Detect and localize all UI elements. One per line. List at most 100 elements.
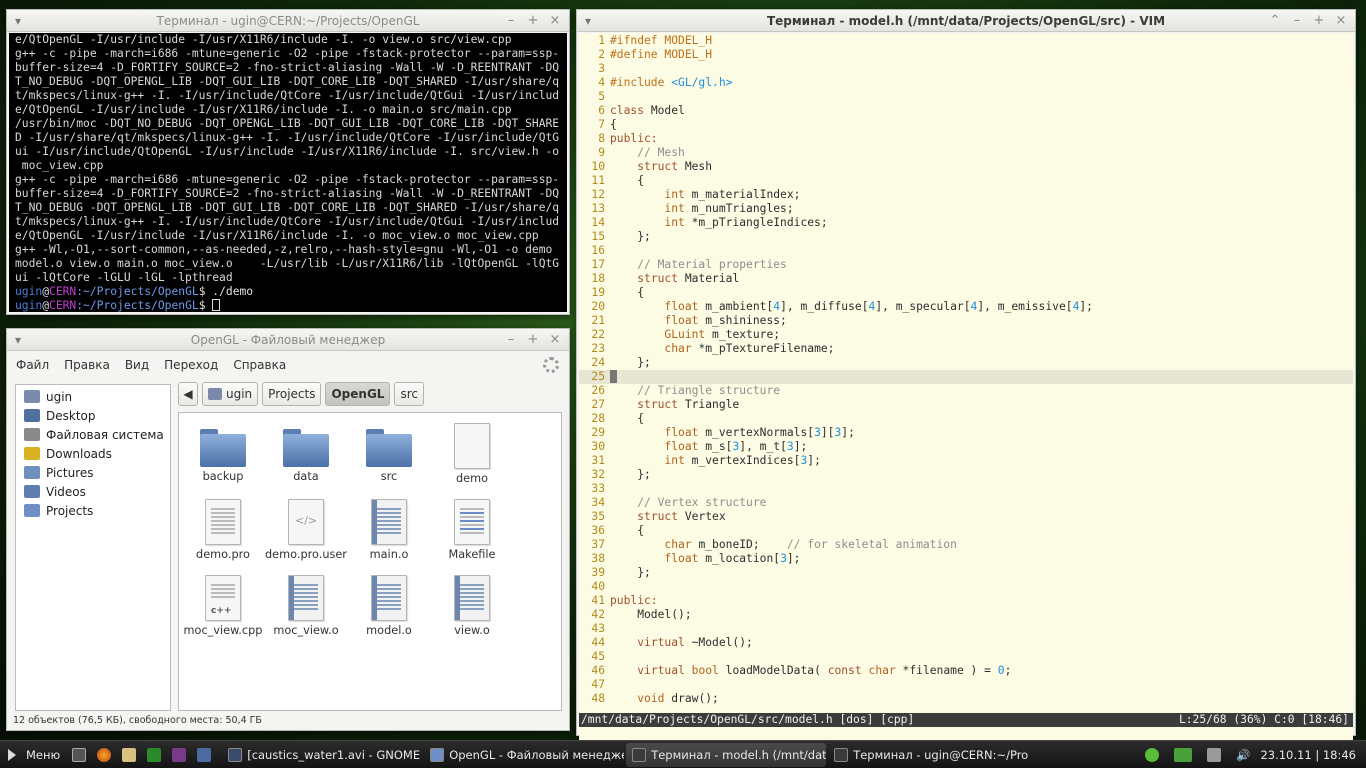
file-item[interactable]: demo xyxy=(430,423,514,485)
window-menu-icon[interactable]: ▾ xyxy=(585,10,591,32)
file-item[interactable]: moc_view.o xyxy=(264,575,348,637)
vim-launcher-icon[interactable] xyxy=(147,747,162,762)
code-token: { xyxy=(610,286,645,299)
code-text: public: xyxy=(610,132,658,146)
taskbar-button[interactable]: Терминал - ugin@CERN:~/Proje... xyxy=(828,743,1028,767)
minimize-icon[interactable]: – xyxy=(1289,10,1305,32)
window-menu-icon[interactable]: ▾ xyxy=(15,329,21,351)
menu-view[interactable]: Вид xyxy=(125,358,149,372)
file-grid[interactable]: backup data src demo demo.pro </> demo.pro.use… xyxy=(178,412,562,711)
terminal-titlebar[interactable]: ▾ Терминал - ugin@CERN:~/Projects/OpenGL… xyxy=(7,10,569,32)
code-token: ]; xyxy=(841,426,855,439)
prompt-at: @ xyxy=(42,299,50,312)
file-name: backup xyxy=(202,470,244,483)
prompt-command: ./demo xyxy=(205,285,254,298)
breadcrumb-opengl[interactable]: OpenGL xyxy=(325,382,391,406)
start-menu-button[interactable]: Меню xyxy=(0,743,66,767)
file-item[interactable]: backup xyxy=(181,423,265,483)
chat-icon[interactable] xyxy=(1145,748,1160,762)
taskbar-button[interactable]: OpenGL - Файловый менеджер xyxy=(424,743,624,767)
folder-icon xyxy=(200,429,246,467)
code-token: struct xyxy=(637,510,679,523)
taskbar-button[interactable]: Терминал - model.h (/mnt/data... xyxy=(626,742,827,767)
code-token: m_numTriangles; xyxy=(684,202,794,215)
breadcrumb-src[interactable]: src xyxy=(394,382,424,406)
clock[interactable]: 23.10.11 | 18:46 xyxy=(1260,748,1356,762)
menu-edit[interactable]: Правка xyxy=(64,358,110,372)
code-token: int xyxy=(664,202,685,215)
taskbar: Меню [caustics_water1.avi - GNOME ... Ope… xyxy=(0,740,1366,768)
file-item[interactable]: view.o xyxy=(430,575,514,637)
maximize-icon[interactable]: + xyxy=(525,10,541,32)
sidebar-item[interactable]: Downloads xyxy=(16,444,170,463)
line-number: 26 xyxy=(591,384,605,397)
battery-icon[interactable] xyxy=(1174,748,1193,762)
firefox-launcher-icon[interactable] xyxy=(97,747,112,762)
sidebar-item[interactable]: Desktop xyxy=(16,406,170,425)
code-token: ]; xyxy=(807,454,821,467)
file-item[interactable]: src xyxy=(347,423,431,483)
sidebar-item[interactable]: Файловая система xyxy=(16,425,170,444)
network-icon[interactable] xyxy=(1207,748,1222,762)
terminal-output[interactable]: e/QtOpenGL -I/usr/include -I/usr/X11R6/i… xyxy=(9,33,567,312)
file-item[interactable]: Makefile xyxy=(430,499,514,561)
minimize-icon[interactable]: – xyxy=(503,329,519,351)
file-item[interactable]: </> demo.pro.user xyxy=(264,499,348,561)
vim-editor[interactable]: 1 #ifndef MODEL_H 2 #define MODEL_H 3 4 #inclu… xyxy=(579,33,1353,714)
close-icon[interactable]: × xyxy=(547,329,563,351)
file-manager-window[interactable]: ▾ OpenGL - Файловый менеджер – + × Файл Пр… xyxy=(6,328,570,731)
file-name: Makefile xyxy=(448,548,496,561)
terminal-line: ui -lQtCore -lGLU -lGL -lpthread xyxy=(15,271,233,284)
binary-file-icon xyxy=(454,575,490,621)
file-item[interactable]: model.o xyxy=(347,575,431,637)
shade-icon[interactable]: ⌃ xyxy=(1267,10,1283,32)
menu-go[interactable]: Переход xyxy=(164,358,218,372)
prompt-sign: $ xyxy=(198,285,206,298)
code-token: m_ambient[ xyxy=(698,300,774,313)
minimize-icon[interactable]: – xyxy=(503,10,519,32)
code-token: *m_pTextureFilename; xyxy=(691,342,835,355)
code-token: virtual xyxy=(637,664,685,677)
file-item[interactable]: main.o xyxy=(347,499,431,561)
close-icon[interactable]: × xyxy=(1333,10,1349,32)
maximize-icon[interactable]: + xyxy=(525,329,541,351)
file-item[interactable]: c++ moc_view.cpp xyxy=(181,575,265,637)
taskbar-button-label: OpenGL - Файловый менеджер xyxy=(449,747,625,762)
code-token: #include xyxy=(610,76,672,89)
sidebar-item[interactable]: Projects xyxy=(16,501,170,520)
code-line: 14 int *m_pTriangleIndices; xyxy=(579,216,1353,230)
terminal-launcher-icon[interactable] xyxy=(72,747,87,762)
media-launcher-icon[interactable] xyxy=(197,747,212,762)
sidebar-item[interactable]: ugin xyxy=(16,387,170,406)
vim-window[interactable]: ▾ Терминал - model.h (/mnt/data/Projects… xyxy=(576,9,1356,744)
code-line: 37 char m_boneID; // for skeletal animat… xyxy=(579,538,1353,552)
file-item[interactable]: demo.pro xyxy=(181,499,265,561)
taskbar-button[interactable]: [caustics_water1.avi - GNOME ... xyxy=(222,743,422,767)
file-name: moc_view.cpp xyxy=(183,624,263,637)
code-token: ][ xyxy=(820,426,835,439)
breadcrumb-ugin[interactable]: ugin xyxy=(202,382,259,406)
close-icon[interactable]: × xyxy=(547,10,563,32)
back-button[interactable]: ◀ xyxy=(178,382,198,406)
sidebar-item[interactable]: Pictures xyxy=(16,463,170,482)
maximize-icon[interactable]: + xyxy=(1311,10,1327,32)
code-token: float xyxy=(664,314,699,327)
videos-icon xyxy=(24,485,40,498)
sidebar-item[interactable]: Videos xyxy=(16,482,170,501)
window-menu-icon[interactable]: ▾ xyxy=(15,10,21,32)
volume-icon[interactable]: 🔊 xyxy=(1236,748,1250,762)
binary-file-icon xyxy=(371,499,407,545)
file-manager-titlebar[interactable]: ▾ OpenGL - Файловый менеджер – + × xyxy=(7,329,569,351)
settings-launcher-icon[interactable] xyxy=(172,747,187,762)
menu-help[interactable]: Справка xyxy=(233,358,286,372)
code-text: char *m_pTextureFilename; xyxy=(610,342,834,356)
vim-titlebar[interactable]: ▾ Терминал - model.h (/mnt/data/Projects… xyxy=(577,10,1355,32)
menu-file[interactable]: Файл xyxy=(16,358,49,372)
code-token: ], m_diffuse[ xyxy=(780,300,869,313)
breadcrumb-projects[interactable]: Projects xyxy=(262,382,322,406)
file-item[interactable]: data xyxy=(264,423,348,483)
terminal-window[interactable]: ▾ Терминал - ugin@CERN:~/Projects/OpenGL… xyxy=(6,9,570,315)
code-token: m_materialIndex; xyxy=(684,188,801,201)
files-launcher-icon[interactable] xyxy=(122,747,137,762)
code-token: bool xyxy=(691,664,719,677)
